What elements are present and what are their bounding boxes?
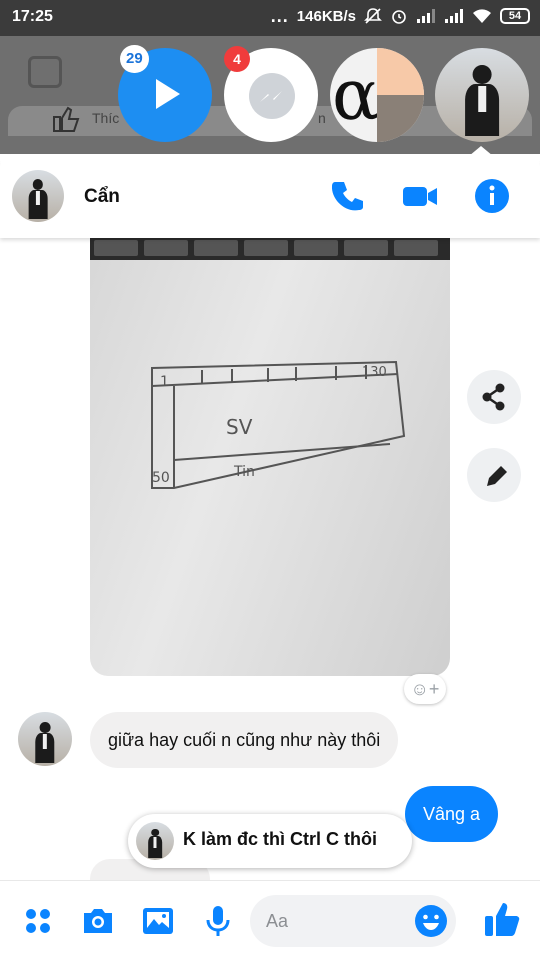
share-button[interactable] — [467, 370, 521, 424]
status-icons: ... 146KB/s 54 — [271, 7, 530, 25]
outgoing-message[interactable]: Vâng a — [405, 786, 499, 842]
silent-icon — [364, 8, 382, 24]
message-input[interactable] — [266, 895, 406, 947]
like-thumb-icon[interactable] — [482, 899, 522, 939]
sketch-label-tin: Tin — [233, 464, 255, 480]
info-icon[interactable] — [474, 178, 510, 214]
news-feed-icon — [28, 56, 62, 88]
alpha-chat-head[interactable]: α — [330, 48, 424, 142]
camera-icon[interactable] — [80, 903, 116, 939]
alarm-icon — [392, 10, 406, 24]
notification-dots: ... — [270, 6, 289, 26]
network-speed: 146KB/s — [296, 7, 356, 25]
like-icon — [53, 106, 80, 132]
alpha-thumbnail — [377, 48, 424, 142]
new-message-preview[interactable]: K làm đc thì Ctrl C thôi — [128, 814, 412, 868]
comment-text: n — [318, 110, 326, 126]
signal-icon-2 — [445, 9, 463, 23]
message-composer — [0, 880, 540, 960]
more-options-icon[interactable] — [20, 903, 56, 939]
sender-avatar[interactable] — [18, 712, 72, 766]
chat-header: Cẩn — [0, 154, 540, 238]
active-contact-chat-head[interactable] — [435, 48, 529, 142]
edit-button[interactable] — [467, 448, 521, 502]
video-call-icon[interactable] — [402, 178, 438, 214]
play-icon — [156, 79, 180, 109]
contact-avatar[interactable] — [12, 170, 64, 222]
sketch-label-130: 130 — [362, 365, 387, 380]
alpha-glyph: α — [332, 54, 380, 136]
sketch-label-sv: SV — [226, 415, 253, 439]
incoming-message[interactable]: giữa hay cuối n cũng như này thôi — [90, 712, 399, 768]
sketch-label-50: 50 — [152, 470, 170, 486]
message-input-box[interactable] — [250, 895, 456, 947]
phone-call-icon[interactable] — [330, 178, 366, 214]
gallery-icon[interactable] — [140, 903, 176, 939]
sketch-drawing: 1 130 SV 50 Tin — [151, 360, 406, 489]
wifi-icon — [473, 9, 491, 23]
status-bar: 17:25 ... 146KB/s 54 — [0, 0, 540, 36]
photo-attachment[interactable]: 1 130 SV 50 Tin — [90, 238, 450, 676]
preview-text: K làm đc thì Ctrl C thôi — [183, 829, 378, 849]
emoji-icon[interactable] — [414, 904, 448, 938]
pencil-icon — [487, 466, 507, 486]
like-text: Thíc — [92, 110, 120, 126]
preview-avatar — [136, 822, 174, 860]
add-reaction-button[interactable]: ☺+ — [404, 674, 446, 704]
messenger-bolt-icon — [260, 91, 282, 102]
signal-icon-1 — [417, 9, 435, 23]
status-time: 17:25 — [12, 8, 53, 25]
microphone-icon[interactable] — [200, 903, 236, 939]
share-icon — [482, 383, 505, 411]
sketch-label-1: 1 — [160, 374, 169, 390]
unread-badge: 29 — [120, 45, 149, 73]
contact-name[interactable]: Cẩn — [84, 186, 120, 208]
messenger-badge: 4 — [224, 46, 250, 72]
battery-icon: 54 — [500, 8, 530, 24]
chat-panel: Cẩn 1 130 SV 50 Tin ☺+ giữa hay cuối n c… — [0, 154, 540, 960]
